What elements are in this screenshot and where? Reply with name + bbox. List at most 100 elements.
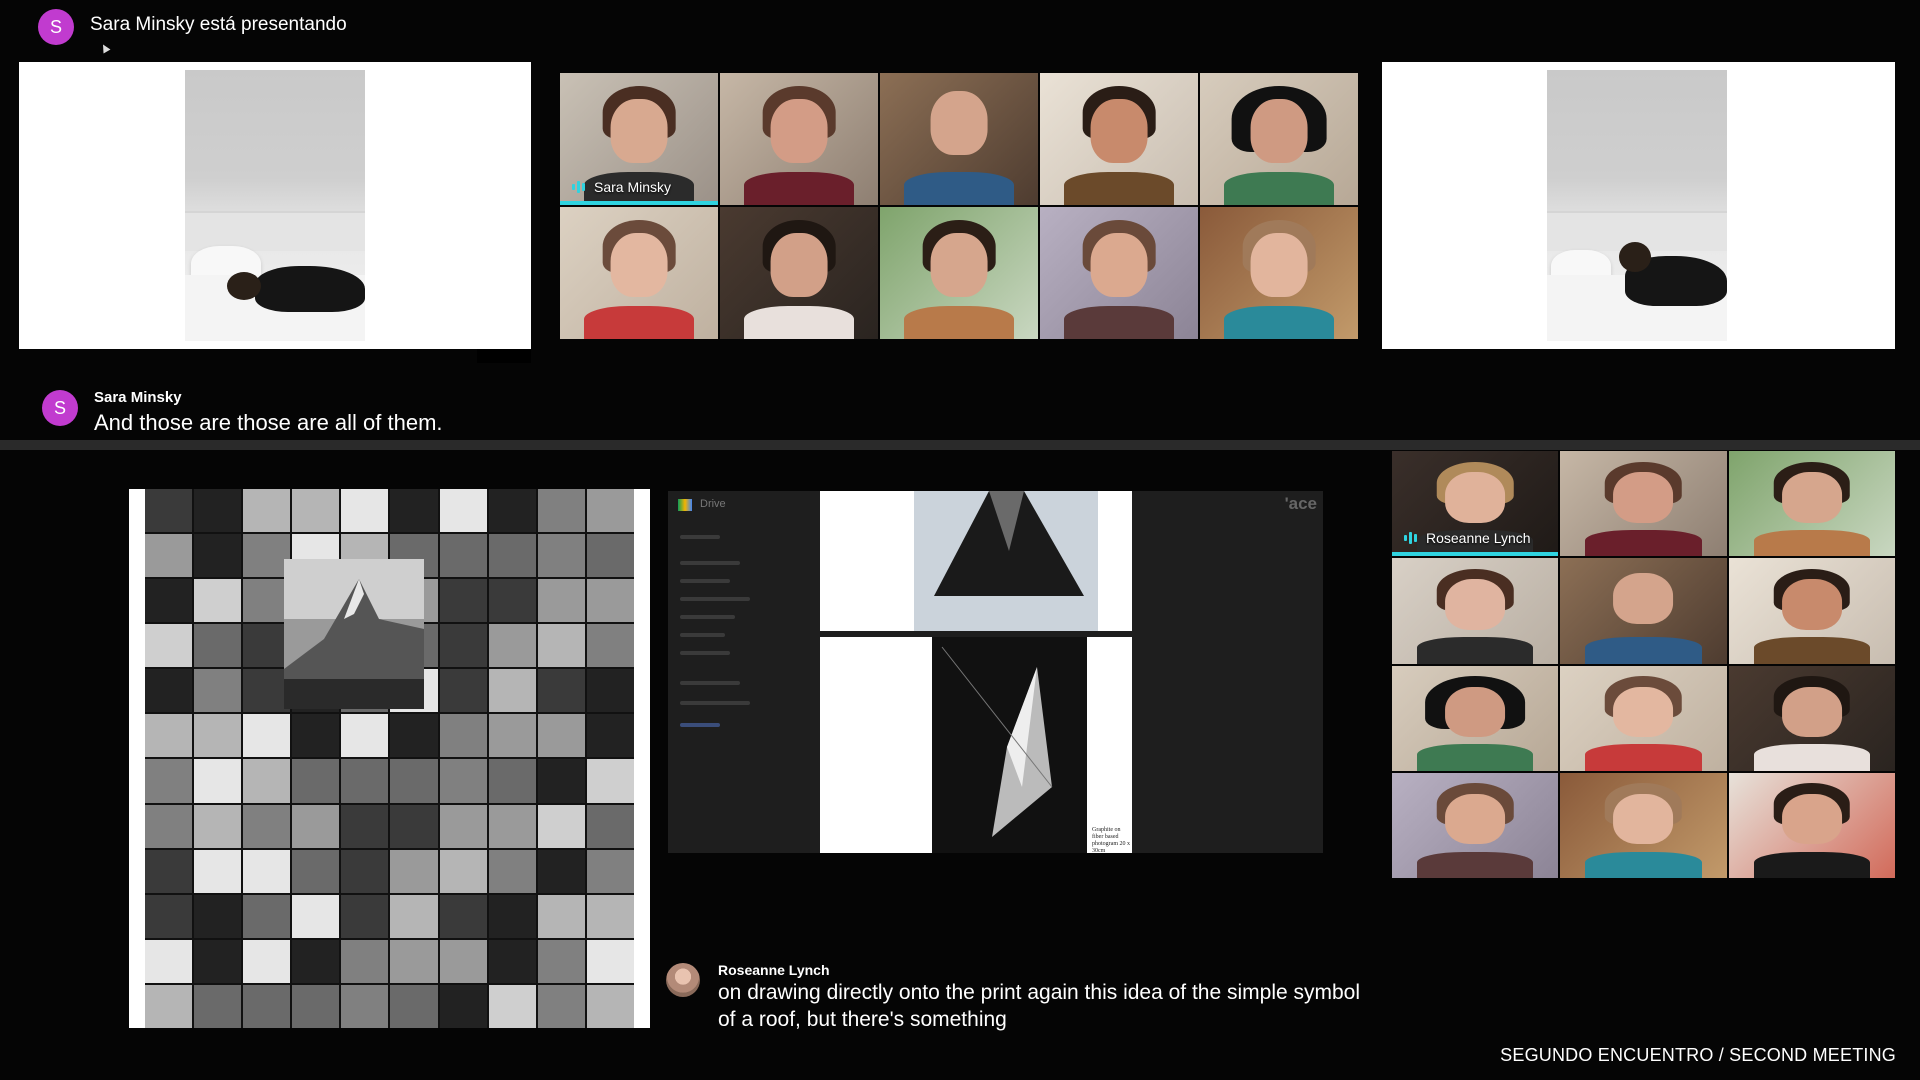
participant-tile[interactable]: [1200, 207, 1358, 339]
collage-cell: [243, 849, 291, 893]
collage-cell: [194, 534, 242, 578]
collage-cell: [194, 489, 242, 533]
collage-cell: [243, 939, 291, 983]
slide-photo-left: [185, 70, 365, 341]
doc-page-bottom: Graphite on fiber based photogram 20 x 3…: [820, 637, 1132, 853]
collage-cell: [243, 759, 291, 803]
collage-cell: [439, 669, 487, 713]
participant-tile[interactable]: [880, 207, 1038, 339]
participant-tile[interactable]: Roseanne Lynch: [1392, 451, 1559, 557]
participant-tile[interactable]: [1728, 772, 1895, 878]
participant-tile[interactable]: [1728, 558, 1895, 664]
collage-cell: [488, 714, 536, 758]
caption-text-line-1: on drawing directly onto the print again…: [718, 981, 1361, 1004]
drive-brand-fragment: 'ace: [1284, 494, 1317, 513]
participant-tile[interactable]: [1560, 772, 1727, 878]
collage-cell: [586, 894, 634, 938]
collage-cell: [488, 534, 536, 578]
collage-cell: [292, 984, 340, 1028]
collage-cell: [390, 894, 438, 938]
slide-shadow: [477, 349, 531, 363]
collage-cell: [439, 714, 487, 758]
collage-cell: [439, 624, 487, 668]
collage-cell: [390, 804, 438, 848]
drive-window: Drive 'ace Graphite on fiber based photo…: [668, 491, 1323, 853]
collage-cell: [488, 489, 536, 533]
drive-logo-icon: [678, 499, 692, 511]
presenter-avatar: S: [38, 9, 74, 45]
collage-cell: [341, 714, 389, 758]
collage-cell: [292, 849, 340, 893]
participant-tile[interactable]: [560, 207, 718, 339]
caption-text: And those are those are all of them.: [94, 410, 443, 435]
collage-cell: [439, 759, 487, 803]
collage-cell: [292, 489, 340, 533]
presenting-label: Sara Minsky está presentando: [90, 14, 347, 35]
caption-speaker-name: Sara Minsky: [94, 389, 182, 406]
participant-tile[interactable]: [720, 73, 878, 205]
collage-cell: [390, 759, 438, 803]
participant-tile[interactable]: [1392, 772, 1559, 878]
sculpture-photo: [914, 491, 1098, 631]
mountain-photo: [284, 559, 424, 709]
collage-cell: [243, 804, 291, 848]
collage-cell: [537, 669, 585, 713]
photogram-caption: Graphite on fiber based photogram 20 x 3…: [1092, 827, 1130, 853]
doc-page-top: [820, 491, 1132, 631]
collage-cell: [145, 894, 193, 938]
audio-level-icon: [572, 180, 586, 194]
collage-cell: [194, 984, 242, 1028]
collage-cell: [488, 849, 536, 893]
collage-cell: [586, 624, 634, 668]
participant-tile[interactable]: [880, 73, 1038, 205]
participant-tile[interactable]: [720, 207, 878, 339]
speaking-indicator: [1392, 552, 1559, 557]
speaking-indicator: [560, 201, 718, 205]
participant-tile[interactable]: [1040, 73, 1198, 205]
caption-speaker-name: Roseanne Lynch: [718, 962, 830, 978]
collage-cell: [488, 894, 536, 938]
section-divider: [0, 440, 1920, 450]
participant-tile[interactable]: [1560, 558, 1727, 664]
collage-cell: [537, 849, 585, 893]
collage-cell: [341, 894, 389, 938]
participant-tile[interactable]: [1560, 665, 1727, 771]
collage-cell: [292, 894, 340, 938]
collage-cell: [145, 759, 193, 803]
participant-tile[interactable]: [1728, 451, 1895, 557]
collage-cell: [439, 939, 487, 983]
collage-cell: [194, 714, 242, 758]
collage-cell: [145, 669, 193, 713]
collage-cell: [439, 579, 487, 623]
collage-cell: [586, 804, 634, 848]
collage-cell: [145, 624, 193, 668]
collage-cell: [292, 939, 340, 983]
collage-cell: [292, 714, 340, 758]
mouse-cursor-icon: [99, 42, 111, 54]
collage-cell: [390, 939, 438, 983]
collage-cell: [292, 759, 340, 803]
collage-cell: [194, 624, 242, 668]
participant-tile[interactable]: Sara Minsky: [560, 73, 718, 205]
collage-cell: [439, 894, 487, 938]
collage-cell: [243, 894, 291, 938]
collage-cell: [488, 804, 536, 848]
participant-tile[interactable]: [1040, 207, 1198, 339]
participant-tile[interactable]: [1392, 558, 1559, 664]
collage-cell: [586, 759, 634, 803]
collage-cell: [243, 714, 291, 758]
caption-text-line-2: of a roof, but there's something: [718, 1008, 1007, 1031]
collage-cell: [537, 534, 585, 578]
participant-tile[interactable]: [1392, 665, 1559, 771]
collage-cell: [439, 489, 487, 533]
collage-cell: [145, 984, 193, 1028]
participant-tile[interactable]: [1728, 665, 1895, 771]
collage-cell: [537, 939, 585, 983]
collage-artwork: [129, 489, 650, 1028]
participant-tile[interactable]: [1560, 451, 1727, 557]
collage-cell: [292, 804, 340, 848]
participant-tile[interactable]: [1200, 73, 1358, 205]
collage-cell: [488, 984, 536, 1028]
collage-cell: [243, 984, 291, 1028]
collage-cell: [586, 669, 634, 713]
